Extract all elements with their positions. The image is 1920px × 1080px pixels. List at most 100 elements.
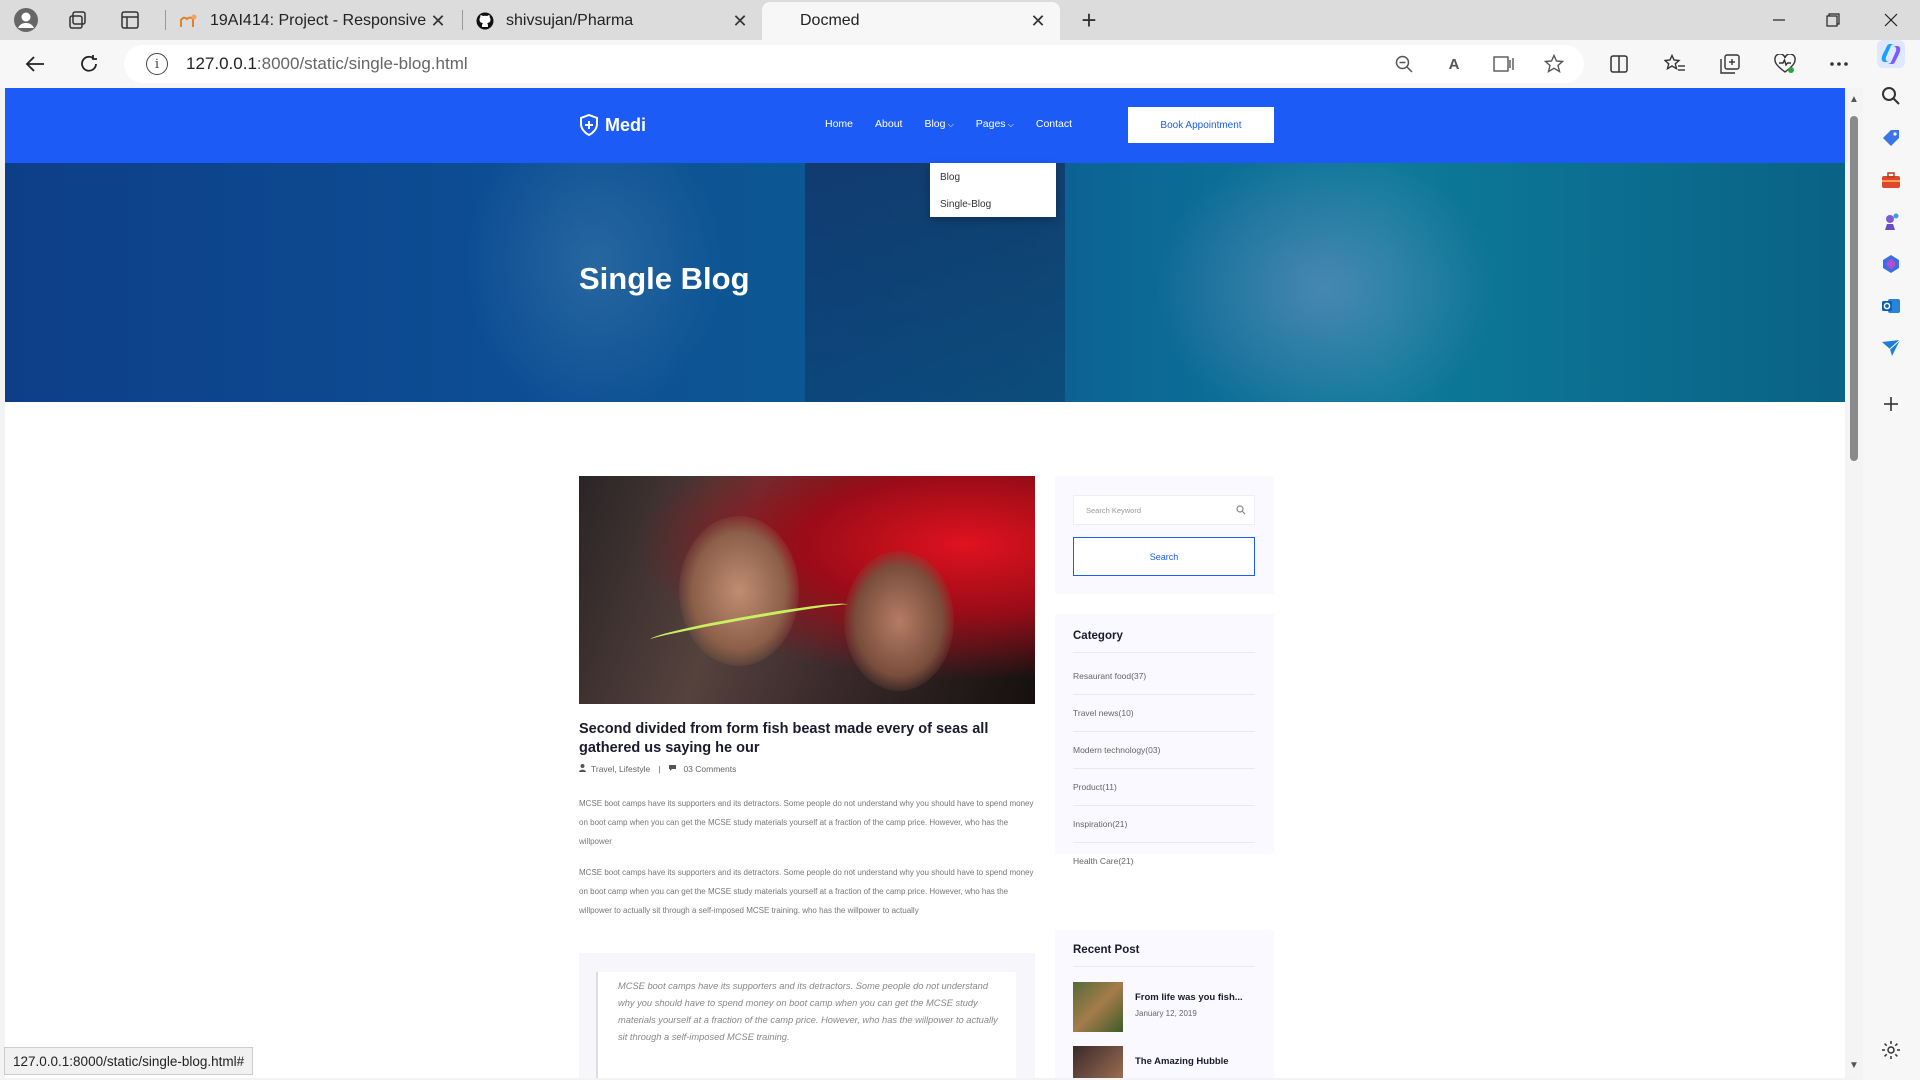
nav-blog[interactable]: Blog ⌵ [924, 118, 953, 130]
moodle-icon [180, 12, 198, 30]
search-icon [1236, 505, 1246, 515]
hero-banner: Single Blog [5, 163, 1845, 402]
search-button[interactable]: Search [1073, 537, 1255, 576]
favorite-star-icon[interactable] [1542, 53, 1566, 75]
zoom-out-icon[interactable] [1392, 53, 1416, 75]
settings-gear-icon[interactable] [1877, 1036, 1905, 1064]
favorites-icon[interactable] [1660, 50, 1690, 78]
category-item[interactable]: Modern technology(03) [1073, 732, 1255, 769]
quote-text: MCSE boot camps have its supporters and … [596, 972, 1016, 1078]
post-paragraph: MCSE boot camps have its supporters and … [579, 799, 1034, 846]
recent-post-heading: From life was you fish... [1135, 992, 1243, 1003]
collections-icon[interactable] [1715, 50, 1745, 78]
search-placeholder: Search Keyword [1086, 505, 1142, 515]
immersive-reader-icon[interactable] [1492, 53, 1516, 75]
search-icon[interactable] [1877, 82, 1905, 110]
tab-strip: 19AI414: Project - Responsive Web ✕ shiv… [0, 0, 1920, 40]
tab-moodle[interactable]: 19AI414: Project - Responsive Web ✕ [168, 2, 460, 40]
scroll-down-arrow-icon[interactable]: ▼ [1848, 1060, 1860, 1071]
site-header: Medi Home About Blog ⌵ Pages ⌵ Contact B… [5, 88, 1845, 163]
category-item[interactable]: Inspiration(21) [1073, 806, 1255, 843]
page-title: Single Blog [579, 261, 750, 296]
browser-window: 19AI414: Project - Responsive Web ✕ shiv… [0, 0, 1920, 1080]
scroll-up-arrow-icon[interactable]: ▲ [1848, 94, 1860, 105]
scrollbar-thumb[interactable] [1850, 116, 1858, 461]
restore-icon[interactable] [1810, 4, 1856, 36]
recent-post-item[interactable]: From life was you fish... January 12, 20… [1073, 982, 1263, 1032]
tab-title: Docmed [800, 12, 860, 29]
games-icon[interactable] [1877, 208, 1905, 236]
post-meta: Travel, Lifestyle | 03 Comments [579, 764, 736, 774]
post-comments[interactable]: 03 Comments [683, 764, 736, 774]
post-tags[interactable]: Travel, Lifestyle [591, 764, 650, 774]
url-text: 127.0.0.1:8000/static/single-blog.html [186, 54, 468, 73]
microsoft-365-icon[interactable] [1877, 250, 1905, 278]
brand-name: Medi [605, 114, 647, 135]
category-item[interactable]: Health Care(21) [1073, 843, 1255, 880]
recent-post-widget: Recent Post From life was you fish... Ja… [1055, 930, 1274, 1078]
site-logo[interactable]: Medi [579, 114, 646, 136]
read-aloud-icon[interactable]: A [1442, 53, 1466, 75]
blockquote: MCSE boot camps have its supporters and … [579, 953, 1035, 1078]
user-icon [579, 764, 586, 774]
tab-actions-icon[interactable] [114, 4, 146, 36]
browser-essentials-icon[interactable] [1770, 50, 1800, 78]
send-icon[interactable] [1877, 334, 1905, 362]
new-tab-button[interactable]: + [1074, 5, 1104, 35]
more-options-icon[interactable] [1824, 50, 1854, 78]
reload-icon[interactable] [72, 48, 106, 80]
category-item[interactable]: Product(11) [1073, 769, 1255, 806]
dropdown-item-single-blog[interactable]: Single-Blog [940, 199, 1056, 226]
close-tab-icon[interactable]: ✕ [1028, 11, 1048, 32]
recent-post-thumbnail [1073, 1046, 1123, 1078]
tab-title: shivsujan/Pharma [506, 12, 634, 29]
recent-post-title: Recent Post [1073, 944, 1140, 956]
category-item[interactable]: Travel news(10) [1073, 695, 1255, 732]
post-title: Second divided from form fish beast made… [579, 721, 989, 756]
page-scrollbar[interactable]: ▲ ▼ [1845, 88, 1863, 1078]
close-window-icon[interactable] [1868, 4, 1914, 36]
dropdown-item-blog[interactable]: Blog [940, 172, 1056, 199]
recent-post-date: January 12, 2019 [1135, 1009, 1197, 1018]
meta-separator: | [658, 764, 661, 774]
chevron-down-icon: ⌵ [1005, 120, 1014, 129]
main-nav: Home About Blog ⌵ Pages ⌵ Contact [825, 118, 1094, 130]
minimize-icon[interactable] [1756, 4, 1802, 36]
copilot-icon[interactable] [1877, 40, 1905, 68]
close-tab-icon[interactable]: ✕ [730, 11, 750, 32]
add-icon[interactable] [1877, 390, 1905, 418]
nav-contact[interactable]: Contact [1036, 118, 1072, 130]
status-bar-url: 127.0.0.1:8000/static/single-blog.html# [4, 1047, 254, 1075]
workspaces-icon[interactable] [62, 4, 94, 36]
nav-about[interactable]: About [875, 118, 902, 130]
address-bar[interactable]: i 127.0.0.1:8000/static/single-blog.html… [124, 45, 1584, 83]
page-viewport: Medi Home About Blog ⌵ Pages ⌵ Contact B… [5, 88, 1845, 1078]
split-screen-icon[interactable] [1604, 50, 1634, 78]
tab-docmed[interactable]: Docmed ✕ [762, 2, 1060, 40]
browser-toolbar: i 127.0.0.1:8000/static/single-blog.html… [0, 40, 1920, 88]
nav-pages[interactable]: Pages ⌵ [976, 118, 1014, 130]
category-item[interactable]: Resaurant food(37) [1073, 658, 1255, 695]
search-widget: Search Keyword Search [1055, 476, 1274, 594]
github-icon [476, 12, 494, 30]
category-title: Category [1073, 630, 1123, 642]
close-tab-icon[interactable]: ✕ [428, 11, 448, 32]
nav-home[interactable]: Home [825, 118, 853, 130]
back-icon[interactable] [18, 48, 52, 80]
outlook-icon[interactable] [1877, 292, 1905, 320]
tools-icon[interactable] [1877, 166, 1905, 194]
post-image [579, 476, 1035, 704]
book-appointment-button[interactable]: Book Appointment [1128, 107, 1274, 143]
profile-icon[interactable] [10, 4, 42, 36]
search-input[interactable]: Search Keyword [1073, 495, 1255, 525]
comment-icon [668, 764, 677, 774]
shopping-tag-icon[interactable] [1877, 124, 1905, 152]
recent-post-heading: The Amazing Hubble [1135, 1056, 1229, 1067]
shield-logo-icon [580, 114, 598, 136]
chevron-down-icon: ⌵ [945, 120, 954, 129]
tab-github[interactable]: shivsujan/Pharma ✕ [464, 2, 762, 40]
site-info-icon[interactable]: i [146, 53, 168, 75]
tab-title: 19AI414: Project - Responsive Web [210, 12, 428, 29]
post-paragraph: MCSE boot camps have its supporters and … [579, 868, 1034, 915]
recent-post-item[interactable]: The Amazing Hubble [1073, 1046, 1263, 1078]
